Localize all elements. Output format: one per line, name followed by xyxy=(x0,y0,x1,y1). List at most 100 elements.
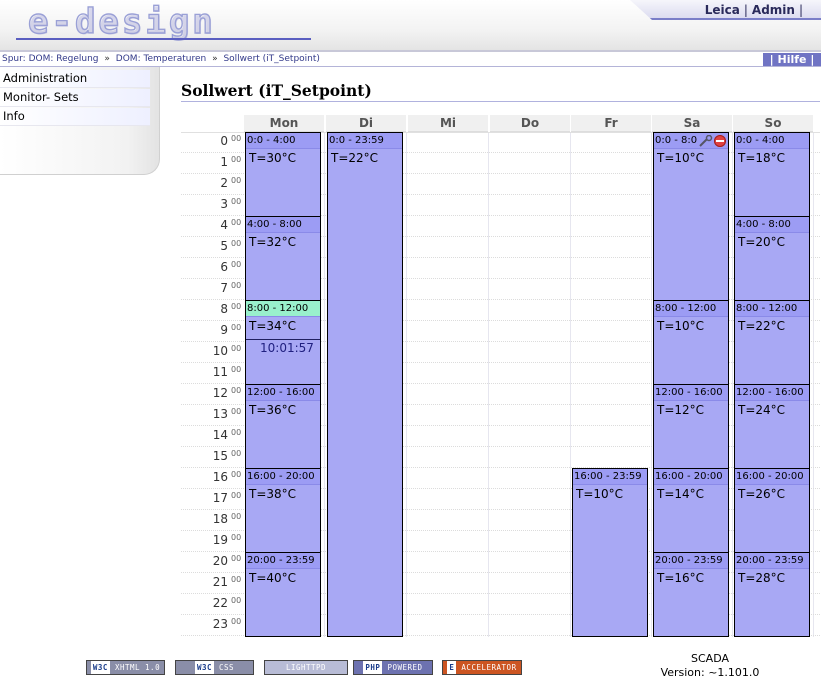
schedule-block-time: 12:00 - 16:00 xyxy=(654,385,728,401)
hour-label: 17 xyxy=(212,491,228,505)
hour-label: 22 xyxy=(212,596,228,610)
schedule-block-time: 16:00 - 20:00 xyxy=(246,469,320,485)
minute-label: 00 xyxy=(231,260,242,269)
schedule-block-time: 16:00 - 20:00 xyxy=(654,469,728,485)
schedule-block-temperature: T=14°C xyxy=(657,487,705,501)
schedule-block-time: 20:00 - 23:59 xyxy=(246,553,320,569)
schedule-block-temperature: T=34°C xyxy=(249,319,297,333)
hour-label: 3 xyxy=(220,197,228,211)
minute-label: 00 xyxy=(231,596,242,605)
schedule-block-time: 16:00 - 20:00 xyxy=(735,469,809,485)
minute-label: 00 xyxy=(231,155,242,164)
hour-label: 14 xyxy=(212,428,228,442)
schedule-block[interactable]: 0:0 - 23:59 T=22°C xyxy=(327,132,403,637)
schedule-block-temperature: T=38°C xyxy=(249,487,297,501)
schedule-block-time: 8:00 - 12:00 xyxy=(654,301,728,317)
badge-accelerator[interactable]: E ACCELERATOR xyxy=(442,660,522,675)
schedule-block-temperature: T=40°C xyxy=(249,571,297,585)
schedule-block[interactable]: 0:0 - 4:00 T=18°C xyxy=(734,132,810,217)
minute-label: 00 xyxy=(231,533,242,542)
schedule-block[interactable]: 20:00 - 23:59 T=40°C xyxy=(245,552,321,637)
schedule-block[interactable]: 0:0 - 8:0 T=10°C xyxy=(653,132,729,301)
sidebar-item-info[interactable]: Info xyxy=(0,108,150,126)
breadcrumb-item-temperaturen[interactable]: DOM: Temperaturen xyxy=(116,54,206,64)
schedule-block[interactable]: 16:00 - 23:59 T=10°C xyxy=(572,468,648,637)
day-header-do: Do xyxy=(490,115,570,132)
schedule-block-time: 0:0 - 4:00 xyxy=(735,133,809,149)
schedule-block-temperature: T=16°C xyxy=(657,571,705,585)
badge-css[interactable]: W3C CSS xyxy=(175,660,254,675)
minute-label: 00 xyxy=(231,449,242,458)
user-name-link[interactable]: Leica xyxy=(705,3,740,17)
hour-label: 10 xyxy=(212,344,228,358)
footer-info: SCADA Version: ~1.101.0 xyxy=(655,652,765,680)
schedule-block-temperature: T=10°C xyxy=(576,487,624,501)
hour-label: 1 xyxy=(220,155,228,169)
page-title: Sollwert (iT_Setpoint) xyxy=(181,81,372,100)
sidebar-item-administration[interactable]: Administration xyxy=(0,70,150,88)
hour-label: 20 xyxy=(212,554,228,568)
badge-powered[interactable]: PHP POWERED xyxy=(353,660,433,675)
badge-lead: W3C xyxy=(90,661,110,674)
badge-lead: E xyxy=(447,661,457,674)
schedule-block[interactable]: 12:00 - 16:00 T=36°C xyxy=(245,384,321,469)
minute-label: 00 xyxy=(231,239,242,248)
schedule-block[interactable]: 0:0 - 4:00 T=30°C xyxy=(245,132,321,217)
current-time-line xyxy=(246,339,320,340)
hour-label: 6 xyxy=(220,260,228,274)
hour-label: 15 xyxy=(212,449,228,463)
hour-label: 13 xyxy=(212,407,228,421)
schedule-block[interactable]: 12:00 - 16:00 T=12°C xyxy=(653,384,729,469)
delete-icon[interactable] xyxy=(714,135,726,147)
help-link[interactable]: | Hilfe | xyxy=(763,53,821,66)
badge-xhtml-1-0[interactable]: W3C XHTML 1.0 xyxy=(86,660,165,675)
minute-label: 00 xyxy=(231,344,242,353)
schedule-block[interactable]: 16:00 - 20:00 T=14°C xyxy=(653,468,729,553)
schedule-block-time: 20:00 - 23:59 xyxy=(654,553,728,569)
schedule-block[interactable]: 8:00 - 12:00 T=34°C 10:01:57 xyxy=(245,300,321,385)
schedule-block[interactable]: 20:00 - 23:59 T=28°C xyxy=(734,552,810,637)
minute-label: 00 xyxy=(231,134,242,143)
schedule-block-temperature: T=12°C xyxy=(657,403,705,417)
schedule-block-temperature: T=18°C xyxy=(738,151,786,165)
badge-lead: PHP xyxy=(363,661,383,674)
minute-label: 00 xyxy=(231,428,242,437)
schedule-block-time: 0:0 - 23:59 xyxy=(328,133,402,149)
schedule-block[interactable]: 16:00 - 20:00 T=26°C xyxy=(734,468,810,553)
breadcrumb-separator: » xyxy=(212,54,218,64)
schedule-block-time: 12:00 - 16:00 xyxy=(735,385,809,401)
schedule-block-temperature: T=32°C xyxy=(249,235,297,249)
minute-label: 00 xyxy=(231,176,242,185)
schedule-block[interactable]: 8:00 - 12:00 T=22°C xyxy=(734,300,810,385)
minute-label: 00 xyxy=(231,554,242,563)
schedule-block[interactable]: 8:00 - 12:00 T=10°C xyxy=(653,300,729,385)
schedule-block[interactable]: 12:00 - 16:00 T=24°C xyxy=(734,384,810,469)
schedule-block-temperature: T=22°C xyxy=(331,151,379,165)
badge-text: ACCELERATOR xyxy=(461,663,517,672)
hour-label: 21 xyxy=(212,575,228,589)
wrench-icon[interactable] xyxy=(699,134,713,147)
breadcrumb-item-sollwert[interactable]: Sollwert (iT_Setpoint) xyxy=(223,54,319,64)
minute-label: 00 xyxy=(231,407,242,416)
schedule-block[interactable]: 4:00 - 8:00 T=20°C xyxy=(734,216,810,301)
schedule-block[interactable]: 20:00 - 23:59 T=16°C xyxy=(653,552,729,637)
schedule-block-temperature: T=36°C xyxy=(249,403,297,417)
sidebar: Administration Monitor- Sets Info xyxy=(0,67,160,175)
hour-label: 11 xyxy=(212,365,228,379)
schedule-block-temperature: T=22°C xyxy=(738,319,786,333)
breadcrumb-bar: Spur: DOM: Regelung » DOM: Temperaturen … xyxy=(0,53,821,67)
sidebar-item-monitor-sets[interactable]: Monitor- Sets xyxy=(0,89,150,107)
hour-label: 5 xyxy=(220,239,228,253)
minute-label: 00 xyxy=(231,512,242,521)
hour-label: 7 xyxy=(220,281,228,295)
day-header-sa: Sa xyxy=(652,115,732,132)
schedule-block-temperature: T=30°C xyxy=(249,151,297,165)
schedule-block[interactable]: 4:00 - 8:00 T=32°C xyxy=(245,216,321,301)
hour-label: 19 xyxy=(212,533,228,547)
hour-label: 9 xyxy=(220,323,228,337)
schedule-block[interactable]: 16:00 - 20:00 T=38°C xyxy=(245,468,321,553)
breadcrumb-item-regelung[interactable]: DOM: Regelung xyxy=(29,54,99,64)
hour-label: 0 xyxy=(220,134,228,148)
badge-lighttpd[interactable]: LIGHTTPD xyxy=(264,660,348,675)
admin-link[interactable]: Admin xyxy=(752,3,795,17)
